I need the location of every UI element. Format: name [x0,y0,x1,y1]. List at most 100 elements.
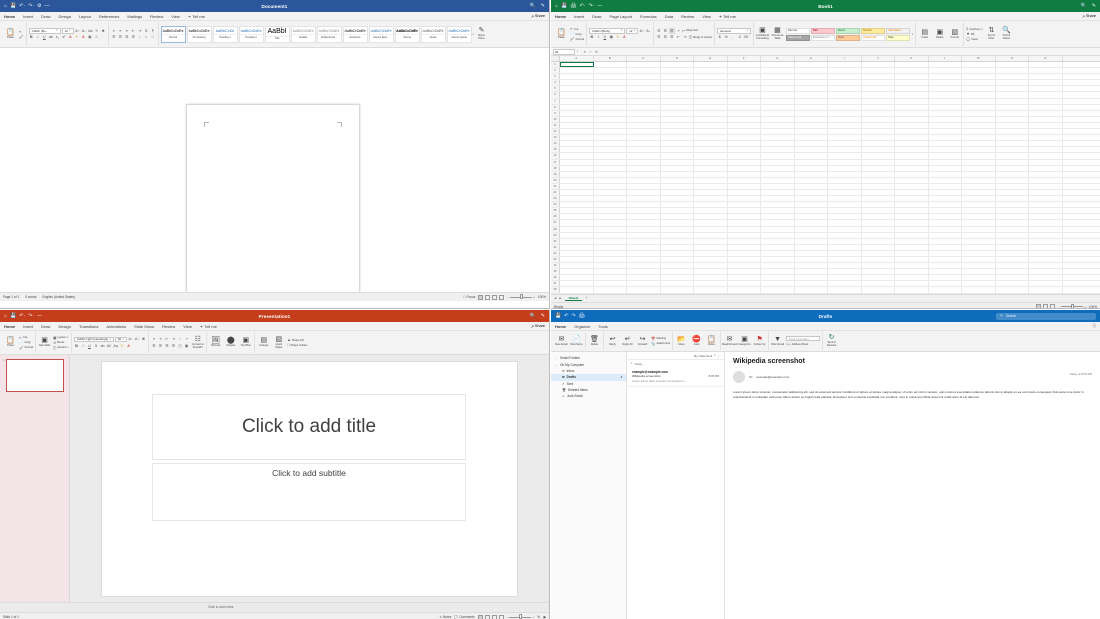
grid-cell[interactable] [862,68,895,74]
align-right-icon[interactable]: ☰ [669,35,675,41]
grid-cell[interactable] [728,177,761,183]
grid-cell[interactable] [761,92,795,98]
grid-cell[interactable] [594,122,627,129]
grid-cell[interactable] [627,214,661,220]
grid-cell[interactable] [795,287,828,293]
grid-cell[interactable] [761,238,795,244]
row-header[interactable]: 16 [551,153,560,159]
grid-cell[interactable] [962,135,996,141]
grid-cell[interactable] [996,238,1029,244]
grid-cell[interactable] [929,147,962,153]
grid-cell[interactable] [862,238,895,244]
grid-cell[interactable] [694,141,728,147]
grid-cell[interactable] [962,183,996,189]
grid-cell[interactable] [728,62,761,68]
zoom-slider[interactable]: − + [507,614,534,619]
style-item[interactable]: AaBbCcDdEe Subtle Emph... [316,25,342,43]
sort-filter-button[interactable]: ⇅ Sort & Filter [985,27,998,41]
grid-cell[interactable] [761,122,795,129]
grid-cell[interactable] [728,244,761,250]
grid-cell[interactable] [661,250,694,256]
row-header[interactable]: 6 [551,92,560,98]
grid-cell[interactable] [594,92,627,98]
grid-cell[interactable] [996,116,1029,122]
row-header[interactable]: 21 [551,183,560,189]
grid-cell[interactable] [1029,196,1063,202]
column-header[interactable]: F [728,56,761,61]
grid-cell[interactable] [694,196,728,202]
grid-cell[interactable] [862,159,895,165]
grid-cell[interactable] [594,250,627,256]
grid-cell[interactable] [962,116,996,122]
grid-cell[interactable] [694,74,728,80]
convert-smartart-button[interactable]: ☷ Convert to SmartArt [191,336,204,350]
grid-cell[interactable] [1029,275,1063,281]
grid-cell[interactable] [828,281,862,287]
grid-cell[interactable] [929,183,962,189]
grid-cell[interactable] [929,86,962,92]
column-header[interactable]: J [862,56,895,61]
grid-cell[interactable] [828,257,862,263]
grid-cell[interactable] [560,214,594,220]
search-input[interactable]: 🔍 Search [996,312,1096,320]
grid-cell[interactable] [962,68,996,74]
tab-review[interactable]: Review [158,322,179,331]
grid-cell[interactable] [929,80,962,86]
grid-cell[interactable] [560,208,594,214]
grid-row[interactable]: 38 [551,287,1100,294]
fill-button[interactable]: ▼ Fill [966,32,983,36]
grid-cell[interactable] [828,147,862,153]
decrease-decimal-icon[interactable]: .00 [743,35,749,41]
row-header[interactable]: 37 [551,281,560,287]
grid-cell[interactable] [560,281,594,287]
grid-cell[interactable] [594,147,627,153]
grid-cell[interactable] [1029,98,1063,104]
grid-cell[interactable] [761,275,795,281]
grid-cell[interactable] [996,183,1029,189]
grid-cell[interactable] [828,92,862,98]
grid-cell[interactable] [795,147,828,153]
grid-cell[interactable] [627,287,661,293]
reset-button[interactable]: ↺ Reset [53,341,69,345]
grid-cell[interactable] [627,92,661,98]
bullets-icon[interactable]: ≡ [151,337,157,343]
grid-cell[interactable] [761,189,795,196]
grid-cell[interactable] [862,202,895,208]
grid-cell[interactable] [996,226,1029,232]
grid-cell[interactable] [996,171,1029,177]
grid-cell[interactable] [795,275,828,281]
styles-more-icon[interactable]: ▾ [473,33,474,36]
grid-cell[interactable] [560,177,594,183]
grid-cell[interactable] [728,281,761,287]
reply-button[interactable]: ↩ Reply [606,336,619,347]
align-middle-icon[interactable]: ☰ [663,28,669,34]
grid-cell[interactable] [1029,147,1063,153]
grid-cell[interactable] [996,257,1029,263]
grid-cell[interactable] [728,122,761,129]
grid-cell[interactable] [828,226,862,232]
grid-cell[interactable] [862,281,895,287]
clear-formatting-icon[interactable]: ✖ [101,28,107,34]
grid-cell[interactable] [895,80,929,86]
grid-cell[interactable] [795,208,828,214]
grid-cell[interactable] [728,68,761,74]
grid-cell[interactable] [627,141,661,147]
grid-cell[interactable] [761,74,795,80]
grid-cell[interactable] [962,214,996,220]
grid-cell[interactable] [862,177,895,183]
grid-cell[interactable] [795,104,828,110]
copy-button[interactable]: 📄 Copy [570,32,584,36]
grid-cell[interactable] [594,159,627,165]
highlight-color-icon[interactable]: ✎ [74,35,80,41]
grid-cell[interactable] [828,62,862,68]
clear-all-icon[interactable]: ☉ [94,35,100,41]
grid-cell[interactable] [761,171,795,177]
grid-cell[interactable] [795,171,828,177]
grid-cell[interactable] [862,92,895,98]
tab-home[interactable]: Home [551,322,570,331]
grid-cell[interactable] [862,135,895,141]
grid-cell[interactable] [560,116,594,122]
cell-style-item[interactable]: Note [885,34,910,41]
grid-cell[interactable] [1029,129,1063,135]
grid-cell[interactable] [895,238,929,244]
